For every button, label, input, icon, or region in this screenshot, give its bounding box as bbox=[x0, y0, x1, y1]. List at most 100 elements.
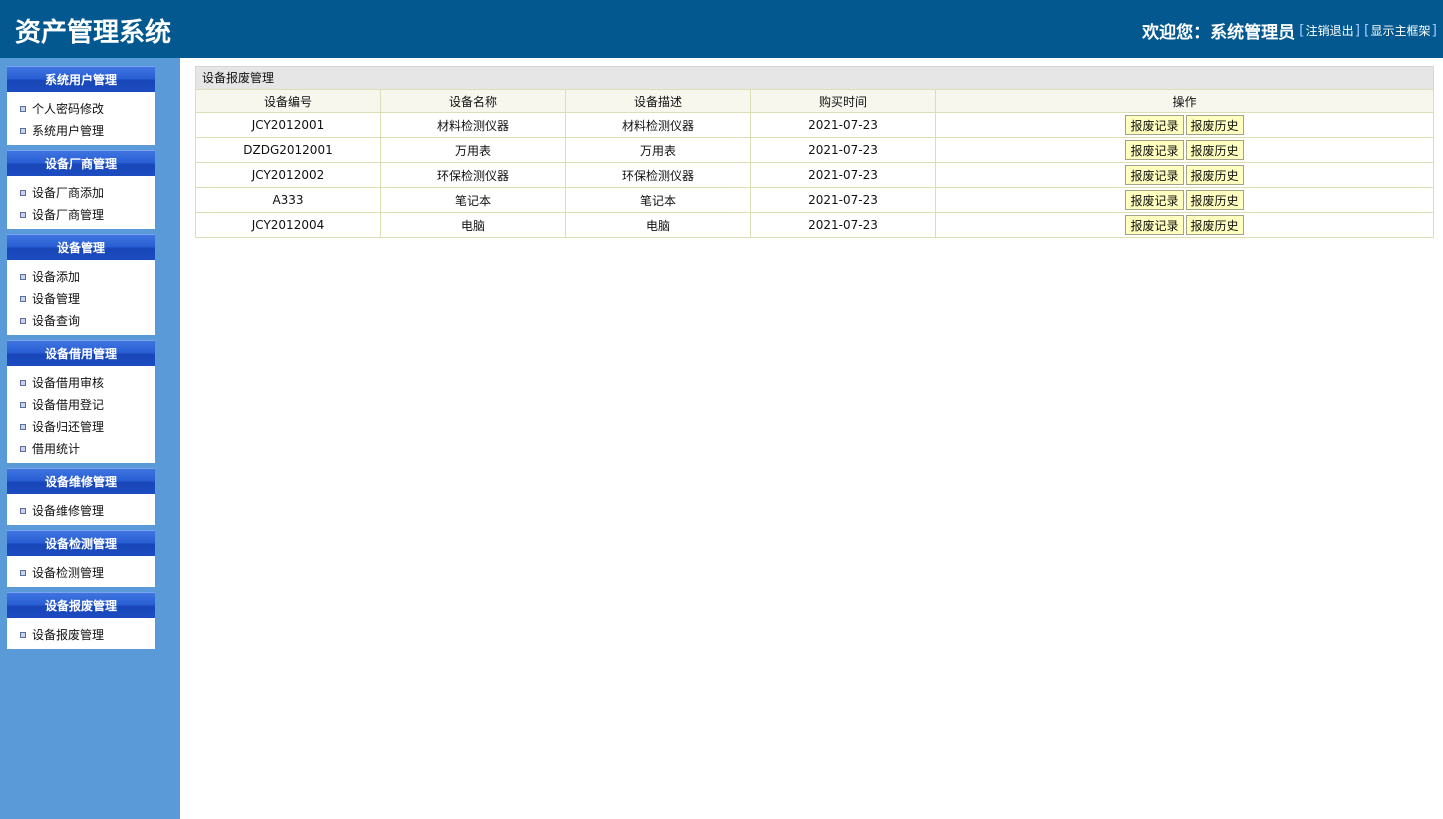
menu-group-borrowing: 设备借用管理 设备借用审核 设备借用登记 设备归还管理 借用统计 bbox=[7, 340, 155, 463]
welcome-label: 欢迎您： bbox=[1142, 23, 1211, 43]
menu-item-manage-vendors[interactable]: 设备厂商管理 bbox=[7, 204, 155, 226]
menu-item-inspection-management[interactable]: 设备检测管理 bbox=[7, 562, 155, 584]
menu-item-add-vendor[interactable]: 设备厂商添加 bbox=[7, 182, 155, 204]
scrap-history-button[interactable]: 报废历史 bbox=[1185, 140, 1244, 160]
table-row: JCY2012001 材料检测仪器 材料检测仪器 2021-07-23 报废记录… bbox=[195, 112, 1434, 138]
bullet-icon bbox=[20, 508, 26, 514]
menu-item-manage-devices[interactable]: 设备管理 bbox=[7, 288, 155, 310]
bullet-icon bbox=[20, 570, 26, 576]
menu-item-borrow-statistics[interactable]: 借用统计 bbox=[7, 438, 155, 460]
cell-actions: 报废记录 报废历史 bbox=[935, 137, 1434, 163]
menu-group-title[interactable]: 设备借用管理 bbox=[7, 340, 155, 366]
menu-group-repair: 设备维修管理 设备维修管理 bbox=[7, 468, 155, 525]
scrap-history-button[interactable]: 报废历史 bbox=[1185, 190, 1244, 210]
menu-group-title[interactable]: 设备维修管理 bbox=[7, 468, 155, 494]
cell-device-description: 环保检测仪器 bbox=[565, 162, 751, 188]
menu-item-borrow-review[interactable]: 设备借用审核 bbox=[7, 372, 155, 394]
cell-device-description: 电脑 bbox=[565, 212, 751, 238]
table-row: JCY2012002 环保检测仪器 环保检测仪器 2021-07-23 报废记录… bbox=[195, 162, 1434, 188]
cell-device-id: JCY2012001 bbox=[195, 112, 381, 138]
cell-device-name: 电脑 bbox=[380, 212, 566, 238]
column-header-purchase-date: 购买时间 bbox=[750, 89, 936, 113]
menu-group-title[interactable]: 设备检测管理 bbox=[7, 530, 155, 556]
table-row: A333 笔记本 笔记本 2021-07-23 报废记录 报废历史 bbox=[195, 187, 1434, 213]
app-title: 资产管理系统 bbox=[15, 18, 172, 48]
cell-purchase-date: 2021-07-23 bbox=[750, 162, 936, 188]
cell-device-description: 万用表 bbox=[565, 137, 751, 163]
bullet-icon bbox=[20, 380, 26, 386]
current-user-name: 系统管理员 bbox=[1210, 23, 1296, 43]
scrap-history-button[interactable]: 报废历史 bbox=[1185, 215, 1244, 235]
menu-item-borrow-register[interactable]: 设备借用登记 bbox=[7, 394, 155, 416]
scrap-history-button[interactable]: 报废历史 bbox=[1185, 115, 1244, 135]
scrap-record-button[interactable]: 报废记录 bbox=[1125, 190, 1184, 210]
scrap-history-button[interactable]: 报废历史 bbox=[1185, 165, 1244, 185]
menu-group-title[interactable]: 设备厂商管理 bbox=[7, 150, 155, 176]
scrap-record-button[interactable]: 报废记录 bbox=[1125, 215, 1184, 235]
menu-group-system-users: 系统用户管理 个人密码修改 系统用户管理 bbox=[7, 66, 155, 145]
table-row: JCY2012004 电脑 电脑 2021-07-23 报废记录 报废历史 bbox=[195, 212, 1434, 238]
menu-group-title[interactable]: 设备报废管理 bbox=[7, 592, 155, 618]
menu-item-add-device[interactable]: 设备添加 bbox=[7, 266, 155, 288]
cell-device-description: 笔记本 bbox=[565, 187, 751, 213]
menu-item-query-devices[interactable]: 设备查询 bbox=[7, 310, 155, 332]
bullet-icon bbox=[20, 424, 26, 430]
device-scrap-table: 设备编号 设备名称 设备描述 购买时间 操作 JCY2012001 材料检测仪器… bbox=[195, 89, 1434, 238]
cell-device-name: 笔记本 bbox=[380, 187, 566, 213]
welcome-area: 欢迎您： 系统管理员 [ 注销退出 ] [ 显示主框架 ] bbox=[1142, 18, 1437, 44]
menu-item-change-password[interactable]: 个人密码修改 bbox=[7, 98, 155, 120]
menu-group-title[interactable]: 系统用户管理 bbox=[7, 66, 155, 92]
sidebar: 系统用户管理 个人密码修改 系统用户管理 设备厂商管理 设备厂商添加 设备厂商管… bbox=[0, 58, 180, 819]
cell-device-description: 材料检测仪器 bbox=[565, 112, 751, 138]
cell-purchase-date: 2021-07-23 bbox=[750, 112, 936, 138]
scrap-record-button[interactable]: 报废记录 bbox=[1125, 165, 1184, 185]
menu-group-inspection: 设备检测管理 设备检测管理 bbox=[7, 530, 155, 587]
cell-actions: 报废记录 报废历史 bbox=[935, 212, 1434, 238]
logout-link[interactable]: 注销退出 bbox=[1305, 22, 1355, 39]
cell-actions: 报废记录 报废历史 bbox=[935, 162, 1434, 188]
menu-group-scrap: 设备报废管理 设备报废管理 bbox=[7, 592, 155, 649]
bullet-icon bbox=[20, 274, 26, 280]
bullet-icon bbox=[20, 446, 26, 452]
column-header-device-description: 设备描述 bbox=[565, 89, 751, 113]
bullet-icon bbox=[20, 128, 26, 134]
bullet-icon bbox=[20, 296, 26, 302]
main-content: 设备报废管理 设备编号 设备名称 设备描述 购买时间 操作 JCY2012001… bbox=[195, 66, 1434, 238]
menu-group-vendors: 设备厂商管理 设备厂商添加 设备厂商管理 bbox=[7, 150, 155, 229]
column-header-device-name: 设备名称 bbox=[380, 89, 566, 113]
cell-purchase-date: 2021-07-23 bbox=[750, 212, 936, 238]
bullet-icon bbox=[20, 106, 26, 112]
bracket-close: ] bbox=[1354, 22, 1361, 39]
scrap-record-button[interactable]: 报废记录 bbox=[1125, 140, 1184, 160]
cell-device-id: JCY2012004 bbox=[195, 212, 381, 238]
bullet-icon bbox=[20, 632, 26, 638]
bullet-icon bbox=[20, 402, 26, 408]
top-header: 资产管理系统 欢迎您： 系统管理员 [ 注销退出 ] [ 显示主框架 ] bbox=[0, 0, 1443, 58]
bullet-icon bbox=[20, 190, 26, 196]
table-row: DZDG2012001 万用表 万用表 2021-07-23 报废记录 报废历史 bbox=[195, 137, 1434, 163]
cell-actions: 报废记录 报废历史 bbox=[935, 112, 1434, 138]
menu-item-return-management[interactable]: 设备归还管理 bbox=[7, 416, 155, 438]
menu-group-devices: 设备管理 设备添加 设备管理 设备查询 bbox=[7, 234, 155, 335]
menu-item-scrap-management[interactable]: 设备报废管理 bbox=[7, 624, 155, 646]
cell-device-id: DZDG2012001 bbox=[195, 137, 381, 163]
column-header-device-id: 设备编号 bbox=[195, 89, 381, 113]
bullet-icon bbox=[20, 212, 26, 218]
cell-device-name: 环保检测仪器 bbox=[380, 162, 566, 188]
cell-actions: 报废记录 报废历史 bbox=[935, 187, 1434, 213]
cell-device-name: 材料检测仪器 bbox=[380, 112, 566, 138]
cell-purchase-date: 2021-07-23 bbox=[750, 137, 936, 163]
table-header-row: 设备编号 设备名称 设备描述 购买时间 操作 bbox=[195, 89, 1434, 113]
cell-purchase-date: 2021-07-23 bbox=[750, 187, 936, 213]
bracket-close: ] bbox=[1431, 22, 1437, 39]
panel-title: 设备报废管理 bbox=[195, 66, 1434, 89]
column-header-actions: 操作 bbox=[935, 89, 1434, 113]
bullet-icon bbox=[20, 318, 26, 324]
menu-item-repair-management[interactable]: 设备维修管理 bbox=[7, 500, 155, 522]
scrap-record-button[interactable]: 报废记录 bbox=[1125, 115, 1184, 135]
cell-device-name: 万用表 bbox=[380, 137, 566, 163]
show-main-frame-link[interactable]: 显示主框架 bbox=[1370, 22, 1432, 39]
cell-device-id: A333 bbox=[195, 187, 381, 213]
menu-item-system-users[interactable]: 系统用户管理 bbox=[7, 120, 155, 142]
menu-group-title[interactable]: 设备管理 bbox=[7, 234, 155, 260]
